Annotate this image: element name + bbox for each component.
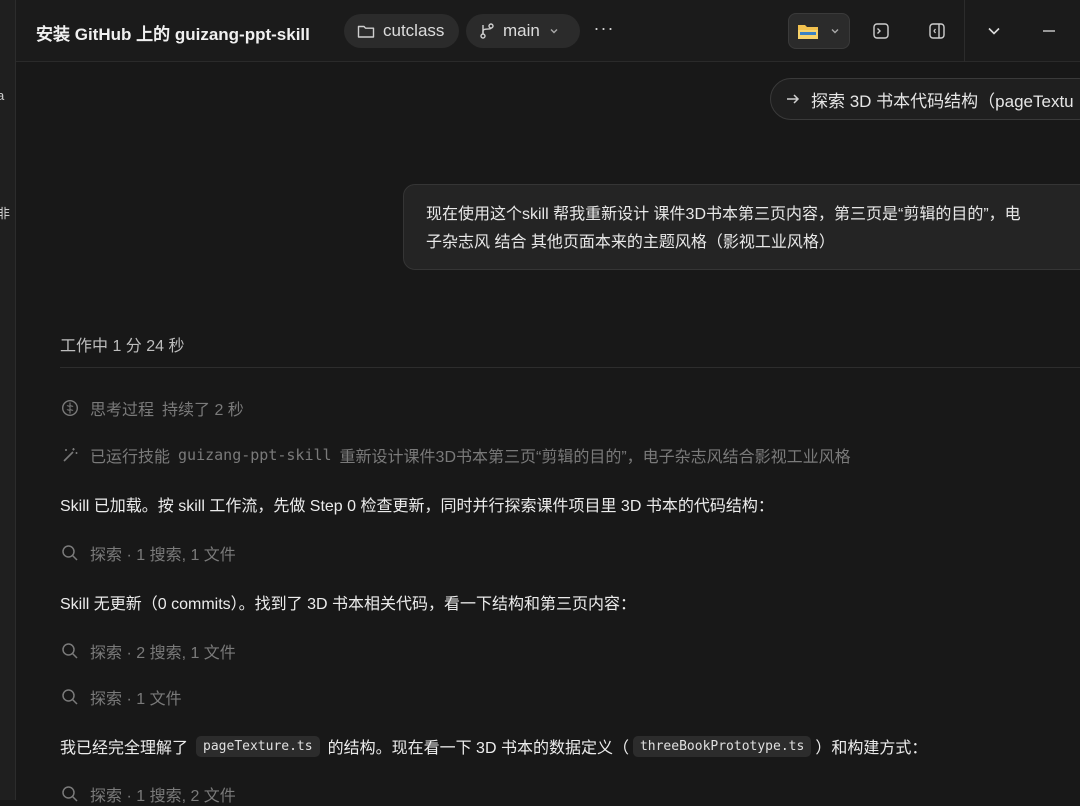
search-icon <box>62 786 78 802</box>
left-window-edge: a 非 <box>0 0 16 800</box>
search-icon <box>62 643 78 659</box>
left-edge-fragment: a <box>0 88 4 103</box>
explore-label: 探索 · 2 搜索, 1 文件 <box>90 645 236 662</box>
branch-selector[interactable]: main <box>466 14 580 48</box>
message-text: 的结构。现在看一下 3D 书本的数据定义（ <box>327 740 629 757</box>
explore-label: 探索 · 1 搜索, 2 文件 <box>90 788 236 805</box>
skill-run-label: 已运行技能 <box>90 449 171 466</box>
explore-step[interactable]: 探索 · 1 文件 <box>60 685 182 709</box>
project-selector[interactable]: cutclass <box>344 14 459 48</box>
inline-code-filename: threeBookPrototype.ts <box>632 735 812 757</box>
message-text: 我已经完全理解了 <box>60 740 189 757</box>
left-edge-fragment: 非 <box>0 203 10 222</box>
folder-icon <box>357 25 375 38</box>
assistant-message: Skill 无更新（0 commits）。找到了 3D 书本相关代码，看一下结构… <box>60 596 637 613</box>
task-chip-label: 探索 3D 书本代码结构（pageTextu <box>811 91 1074 111</box>
thinking-icon <box>61 399 79 417</box>
terminal-toggle-button[interactable] <box>868 18 894 44</box>
user-message-bubble: 现在使用这个skill 帮我重新设计 课件3D书本第三页内容，第三页是“剪辑的目… <box>403 184 1080 270</box>
chevron-down-icon <box>550 29 558 34</box>
skill-run-description: 重新设计课件3D书本第三页“剪辑的目的”，电子杂志风结合影视工业风格 <box>339 449 851 466</box>
thinking-label: 思考过程 <box>90 402 155 419</box>
explore-label: 探索 · 1 文件 <box>90 691 182 708</box>
user-message-line: 现在使用这个skill 帮我重新设计 课件3D书本第三页内容，第三页是“剪辑的目… <box>426 206 1021 223</box>
project-name: cutclass <box>383 21 445 40</box>
explore-step[interactable]: 探索 · 1 搜索, 2 文件 <box>60 782 236 806</box>
magic-wand-icon <box>63 448 78 462</box>
thinking-step[interactable]: 思考过程 持续了 2 秒 <box>60 396 244 420</box>
branch-name: main <box>503 21 540 40</box>
message-text: ）和构建方式： <box>815 740 928 757</box>
title-bar: 安装 GitHub 上的 guizang-ppt-skill cutclass … <box>16 0 1080 62</box>
minimize-icon <box>1043 30 1055 32</box>
thread-title: 安装 GitHub 上的 guizang-ppt-skill <box>36 25 310 44</box>
assistant-message: Skill 已加载。按 skill 工作流，先做 Step 0 检查更新，同时并… <box>60 498 774 515</box>
search-icon <box>62 689 78 705</box>
working-status: 工作中 1 分 24 秒 <box>60 338 185 355</box>
thinking-duration: 持续了 2 秒 <box>162 402 244 419</box>
side-panel-toggle-button[interactable] <box>924 18 950 44</box>
search-icon <box>62 545 78 561</box>
explore-step[interactable]: 探索 · 1 搜索, 1 文件 <box>60 541 236 565</box>
terminal-panel-icon <box>873 23 889 39</box>
user-message-line: 子杂志风 结合 其他页面本来的主题风格（影视工业风格） <box>426 234 835 251</box>
chevron-down-icon <box>988 27 1000 35</box>
explore-label: 探索 · 1 搜索, 1 文件 <box>90 547 236 564</box>
arrow-right-icon <box>787 94 800 104</box>
window-menu-button[interactable] <box>981 18 1007 44</box>
chevron-down-icon <box>831 29 839 34</box>
side-panel-icon <box>929 23 945 39</box>
more-options-button[interactable]: ··· <box>592 18 616 44</box>
exploration-task-chip[interactable]: 探索 3D 书本代码结构（pageTextu <box>770 78 1080 120</box>
skill-name: guizang-ppt-skill <box>178 446 332 464</box>
skill-run-step[interactable]: 已运行技能 guizang-ppt-skill 重新设计课件3D书本第三页“剪辑… <box>60 443 851 467</box>
status-divider <box>60 367 1080 368</box>
file-explorer-icon <box>798 25 818 39</box>
explore-step[interactable]: 探索 · 2 搜索, 1 文件 <box>60 639 236 663</box>
inline-code-filename: pageTexture.ts <box>196 735 320 757</box>
open-in-explorer-button[interactable] <box>788 13 850 49</box>
minimize-button[interactable] <box>1036 18 1062 44</box>
git-branch-icon <box>480 23 494 39</box>
titlebar-divider <box>964 0 965 62</box>
assistant-message: 我已经完全理解了 pageTexture.ts 的结构。现在看一下 3D 书本的… <box>60 734 927 758</box>
